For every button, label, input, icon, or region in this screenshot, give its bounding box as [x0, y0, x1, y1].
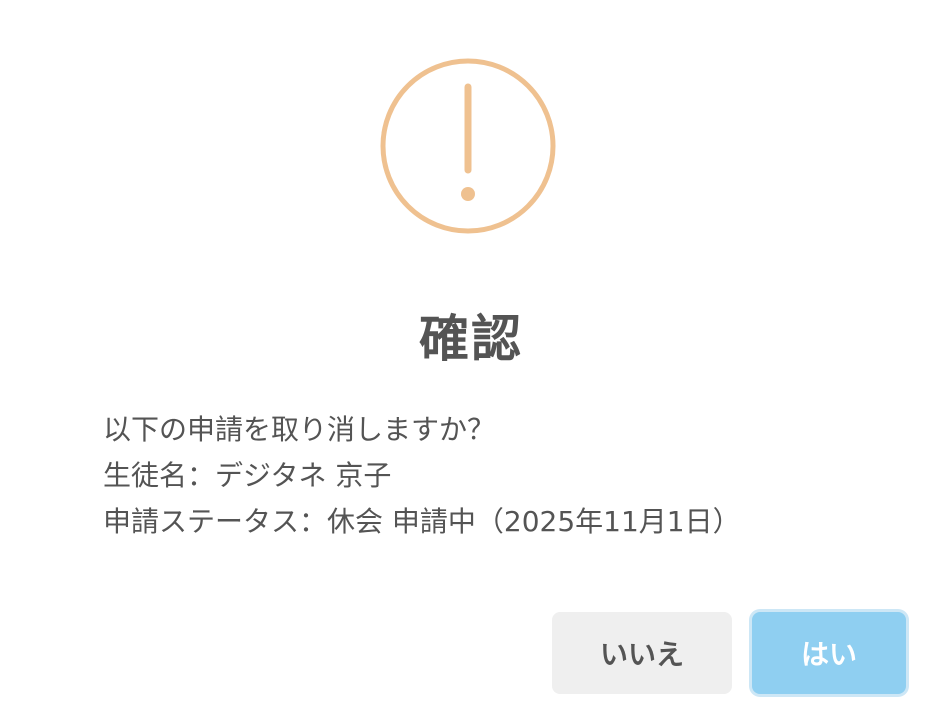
message-line-question: 以下の申請を取り消しますか？: [103, 413, 496, 446]
cancel-button[interactable]: いいえ: [552, 612, 732, 694]
warning-icon: [380, 58, 556, 234]
confirm-dialog: 確認 以下の申請を取り消しますか？ 生徒名：デジタネ 京子 申請ステータス：休会…: [0, 0, 942, 728]
dialog-message: 以下の申請を取り消しますか？ 生徒名：デジタネ 京子 申請ステータス：休会 申請…: [103, 407, 903, 545]
confirm-button[interactable]: はい: [752, 612, 906, 694]
message-line-status: 申請ステータス：休会 申請中（2025年11月1日）: [103, 505, 741, 538]
dialog-title: 確認: [419, 310, 523, 368]
message-line-student-name: 生徒名：デジタネ 京子: [103, 459, 392, 492]
